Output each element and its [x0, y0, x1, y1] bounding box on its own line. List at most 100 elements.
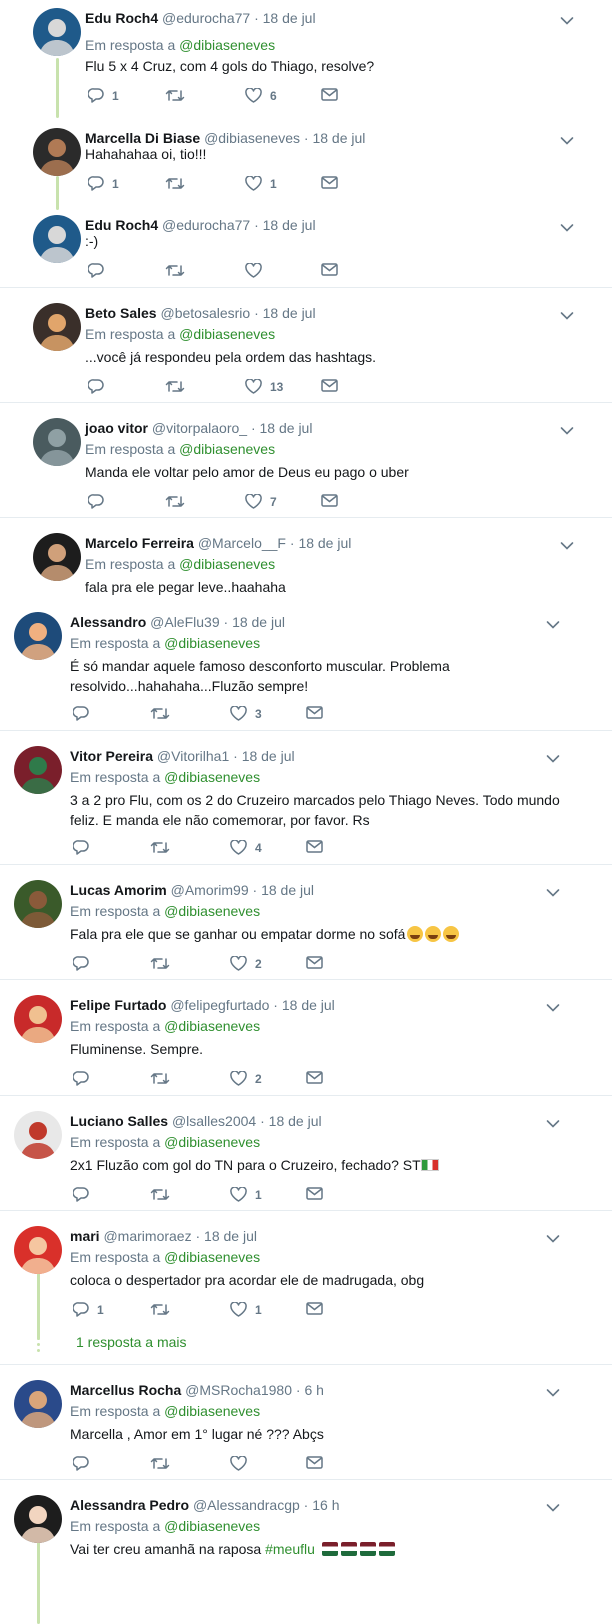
- reply-button[interactable]: [73, 1456, 97, 1471]
- author-handle[interactable]: @vitorpalaoro_: [152, 420, 247, 436]
- retweet-button[interactable]: [165, 176, 193, 191]
- like-button[interactable]: 3: [230, 706, 262, 721]
- chevron-down-icon[interactable]: [560, 423, 574, 435]
- author-handle[interactable]: @lsalles2004: [172, 1113, 256, 1129]
- retweet-button[interactable]: [150, 706, 178, 721]
- tweet[interactable]: Luciano Salles @lsalles2004 · 18 de jul E…: [0, 1103, 612, 1213]
- reply-button[interactable]: 1: [73, 1302, 104, 1317]
- reply-button[interactable]: [73, 956, 97, 971]
- avatar[interactable]: [14, 880, 62, 928]
- timestamp[interactable]: 18 de jul: [232, 614, 285, 630]
- like-button[interactable]: [245, 263, 270, 278]
- dm-button[interactable]: [306, 1187, 323, 1200]
- author-handle[interactable]: @betosalesrio: [160, 305, 250, 321]
- timestamp[interactable]: 18 de jul: [269, 1113, 322, 1129]
- timestamp[interactable]: 16 h: [312, 1497, 339, 1513]
- author-name[interactable]: Edu Roch4: [85, 10, 158, 26]
- tweet[interactable]: Alessandro @AleFlu39 · 18 de jul Em respo…: [0, 604, 612, 721]
- retweet-button[interactable]: [165, 263, 193, 278]
- replying-to-mention[interactable]: @dibiaseneves: [164, 1518, 260, 1534]
- author-name[interactable]: Beto Sales: [85, 305, 157, 321]
- author-handle[interactable]: @MSRocha1980: [185, 1382, 292, 1398]
- like-button[interactable]: 4: [230, 840, 262, 855]
- author-name[interactable]: Vitor Pereira: [70, 748, 153, 764]
- dm-button[interactable]: [306, 956, 323, 969]
- timestamp[interactable]: 18 de jul: [263, 305, 316, 321]
- avatar[interactable]: [33, 533, 81, 581]
- dm-button[interactable]: [321, 494, 338, 507]
- chevron-down-icon[interactable]: [546, 617, 560, 629]
- avatar[interactable]: [33, 128, 81, 176]
- avatar[interactable]: [14, 746, 62, 794]
- retweet-button[interactable]: [150, 840, 178, 855]
- replying-to-mention[interactable]: @dibiaseneves: [164, 1134, 260, 1150]
- chevron-down-icon[interactable]: [546, 1500, 560, 1512]
- retweet-button[interactable]: [150, 1187, 178, 1202]
- chevron-down-icon[interactable]: [546, 751, 560, 763]
- retweet-button[interactable]: [150, 956, 178, 971]
- timestamp[interactable]: 18 de jul: [204, 1228, 257, 1244]
- replying-to-mention[interactable]: @dibiaseneves: [164, 635, 260, 651]
- avatar[interactable]: [14, 612, 62, 660]
- chevron-down-icon[interactable]: [560, 308, 574, 320]
- dm-button[interactable]: [306, 1302, 323, 1315]
- replying-to-mention[interactable]: @dibiaseneves: [179, 441, 275, 457]
- author-handle[interactable]: @marimoraez: [103, 1228, 191, 1244]
- like-button[interactable]: 2: [230, 956, 262, 971]
- avatar[interactable]: [14, 1111, 62, 1159]
- reply-button[interactable]: [73, 840, 97, 855]
- author-name[interactable]: Lucas Amorim: [70, 882, 167, 898]
- timestamp[interactable]: 6 h: [304, 1382, 323, 1398]
- like-button[interactable]: 1: [230, 1302, 262, 1317]
- reply-button[interactable]: 1: [88, 88, 119, 103]
- author-handle[interactable]: @Alessandracgp: [193, 1497, 300, 1513]
- timestamp[interactable]: 18 de jul: [261, 882, 314, 898]
- author-handle[interactable]: @Amorim99: [171, 882, 249, 898]
- tweet[interactable]: Alessandra Pedro @Alessandracgp · 16 h Em…: [0, 1487, 612, 1597]
- show-more-replies-link[interactable]: 1 resposta a mais: [76, 1334, 187, 1350]
- author-name[interactable]: Luciano Salles: [70, 1113, 168, 1129]
- chevron-down-icon[interactable]: [546, 1231, 560, 1243]
- avatar[interactable]: [14, 1495, 62, 1543]
- timestamp[interactable]: 18 de jul: [242, 748, 295, 764]
- timestamp[interactable]: 18 de jul: [263, 10, 316, 26]
- dm-button[interactable]: [306, 840, 323, 853]
- timestamp[interactable]: 18 de jul: [298, 535, 351, 551]
- retweet-button[interactable]: [150, 1302, 178, 1317]
- avatar[interactable]: [14, 995, 62, 1043]
- reply-button[interactable]: [88, 494, 112, 509]
- reply-button[interactable]: [73, 1071, 97, 1086]
- dm-button[interactable]: [306, 706, 323, 719]
- chevron-down-icon[interactable]: [546, 885, 560, 897]
- like-button[interactable]: 1: [230, 1187, 262, 1202]
- retweet-button[interactable]: [165, 379, 193, 394]
- dm-button[interactable]: [306, 1456, 323, 1469]
- tweet[interactable]: mari @marimoraez · 18 de jul Em resposta …: [0, 1218, 612, 1328]
- chevron-down-icon[interactable]: [560, 133, 574, 145]
- tweet[interactable]: Vitor Pereira @Vitorilha1 · 18 de jul Em …: [0, 738, 612, 855]
- dm-button[interactable]: [321, 88, 338, 101]
- replying-to-mention[interactable]: @dibiaseneves: [164, 1249, 260, 1265]
- avatar[interactable]: [33, 8, 81, 56]
- chevron-down-icon[interactable]: [546, 1000, 560, 1012]
- dm-button[interactable]: [321, 176, 338, 189]
- retweet-button[interactable]: [165, 494, 193, 509]
- replying-to-mention[interactable]: @dibiaseneves: [179, 326, 275, 342]
- tweet[interactable]: joao vitor @vitorpalaoro_ · 18 de jul Em …: [0, 410, 612, 520]
- reply-button[interactable]: [88, 263, 112, 278]
- replying-to-mention[interactable]: @dibiaseneves: [164, 769, 260, 785]
- chevron-down-icon[interactable]: [560, 538, 574, 550]
- author-name[interactable]: mari: [70, 1228, 100, 1244]
- author-name[interactable]: Alessandra Pedro: [70, 1497, 189, 1513]
- author-handle[interactable]: @Marcelo__F: [198, 535, 286, 551]
- timestamp[interactable]: 18 de jul: [260, 420, 313, 436]
- retweet-button[interactable]: [150, 1071, 178, 1086]
- author-handle[interactable]: @felipegfurtado: [170, 997, 269, 1013]
- author-name[interactable]: Marcelo Ferreira: [85, 535, 194, 551]
- author-name[interactable]: Alessandro: [70, 614, 146, 630]
- dm-button[interactable]: [306, 1071, 323, 1084]
- like-button[interactable]: 7: [245, 494, 277, 509]
- dm-button[interactable]: [321, 379, 338, 392]
- tweet[interactable]: Beto Sales @betosalesrio · 18 de jul Em r…: [0, 295, 612, 405]
- author-handle[interactable]: @Vitorilha1: [157, 748, 229, 764]
